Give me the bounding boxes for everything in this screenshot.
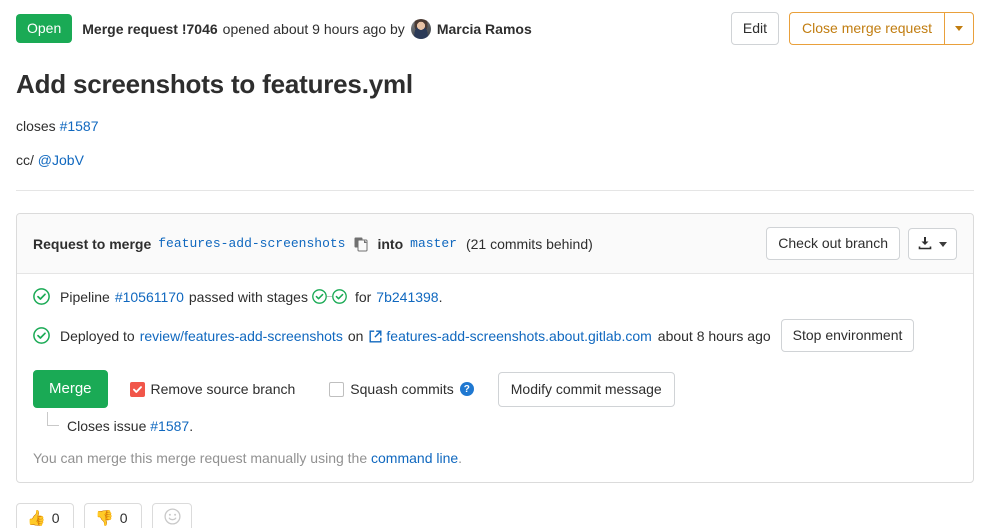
external-link-icon[interactable] [369,330,382,343]
pipeline-id-link[interactable]: #10561170 [115,289,184,305]
deploy-on-label: on [348,328,364,344]
commit-sha-link[interactable]: 7b241398 [376,289,438,305]
merge-action-row: Merge Remove source branch Squash commit… [33,370,957,408]
pipeline-stage-2-icon[interactable] [332,289,347,304]
pipeline-for-label: for [355,289,371,305]
close-merge-request-group: Close merge request [789,12,974,45]
download-dropdown-button[interactable] [908,228,957,260]
closes-issue-suffix: . [189,418,193,434]
deployment-status-row: Deployed to review/features-add-screensh… [33,319,957,352]
add-reaction-button[interactable] [152,503,192,528]
environment-link[interactable]: review/features-add-screenshots [140,328,343,344]
edit-button[interactable]: Edit [731,12,779,45]
target-branch-name[interactable]: master [410,236,457,251]
author-name[interactable]: Marcia Ramos [437,21,532,37]
issue-link-1587[interactable]: #1587 [60,118,99,134]
manual-merge-note: You can merge this merge request manuall… [33,450,957,466]
download-icon [918,236,932,253]
award-emoji-bar: 👍 0 👎 0 [0,483,990,528]
pipeline-status-text: passed with stages [189,289,308,305]
merge-request-meta: Merge request !7046 opened about 9 hours… [82,19,532,39]
merge-request-description: closes #1587 cc/ @JobV [0,118,990,168]
tree-connector [47,412,59,426]
page-title: Add screenshots to features.yml [0,59,990,100]
squash-commits-label: Squash commits [350,381,453,397]
help-icon[interactable]: ? [460,382,474,396]
stop-environment-button[interactable]: Stop environment [781,319,915,352]
chevron-down-icon [939,242,947,247]
opened-text: opened about 9 hours ago by [223,21,405,37]
environment-domain-link[interactable]: features-add-screenshots.about.gitlab.co… [386,328,651,344]
close-merge-request-dropdown-toggle[interactable] [944,12,974,45]
closes-prefix: closes [16,118,56,134]
user-mention-link[interactable]: @JobV [38,152,84,168]
thumbsdown-icon: 👎 [95,511,114,526]
merge-widget-header: Request to merge features-add-screenshot… [17,214,973,274]
checkbox-checked-icon [130,382,145,397]
check-out-branch-button[interactable]: Check out branch [766,227,900,260]
pipeline-stage-icons [312,289,347,304]
closes-issue-prefix: Closes issue [67,418,146,434]
closes-issue-row: Closes issue #1587. [33,418,957,434]
closes-issue-text: Closes issue #1587. [67,418,193,434]
close-merge-request-button[interactable]: Close merge request [789,12,944,45]
description-line-closes: closes #1587 [16,118,974,134]
award-thumbsup-button[interactable]: 👍 0 [16,503,74,528]
merge-request-id: Merge request !7046 [82,21,217,37]
merge-widget-body: Pipeline #10561170 passed with stages [17,274,973,482]
squash-commits-checkbox[interactable]: Squash commits [329,381,453,397]
pipeline-passed-icon [33,288,50,305]
deploy-time-ago: about 8 hours ago [658,328,771,344]
description-divider [16,190,974,191]
widget-header-actions: Check out branch [766,227,957,260]
thumbsdown-count: 0 [120,510,128,526]
pipeline-prefix: Pipeline [60,289,110,305]
commits-behind-label: (21 commits behind) [466,236,593,252]
checkbox-unchecked-icon [329,382,344,397]
award-thumbsdown-button[interactable]: 👎 0 [84,503,142,528]
request-to-merge-label: Request to merge [33,236,151,252]
copy-branch-name-icon[interactable] [354,237,368,252]
manual-merge-suffix: . [458,450,462,466]
command-line-link[interactable]: command line [371,450,458,466]
closes-issue-link[interactable]: #1587 [150,418,189,434]
smiley-icon [164,508,181,528]
chevron-down-icon [955,26,963,31]
description-line-cc: cc/ @JobV [16,152,974,168]
merge-request-header: Open Merge request !7046 opened about 9 … [0,0,990,59]
merge-button[interactable]: Merge [33,370,108,408]
deployment-success-icon [33,327,50,344]
pipeline-stage-1-icon[interactable] [312,289,327,304]
status-badge: Open [16,14,72,43]
remove-source-branch-label: Remove source branch [151,381,296,397]
source-branch-name[interactable]: features-add-screenshots [158,236,345,251]
avatar [411,19,431,39]
modify-commit-message-button[interactable]: Modify commit message [498,372,675,407]
pipeline-status-row: Pipeline #10561170 passed with stages [33,288,957,305]
deployed-to-label: Deployed to [60,328,135,344]
pipeline-suffix: . [439,289,443,305]
into-label: into [377,236,403,252]
thumbsup-count: 0 [52,510,60,526]
manual-merge-prefix: You can merge this merge request manuall… [33,450,367,466]
header-actions: Edit Close merge request [731,12,974,45]
cc-prefix: cc/ [16,152,34,168]
merge-request-widget: Request to merge features-add-screenshot… [16,213,974,483]
remove-source-branch-checkbox[interactable]: Remove source branch [130,381,296,397]
thumbsup-icon: 👍 [27,511,46,526]
